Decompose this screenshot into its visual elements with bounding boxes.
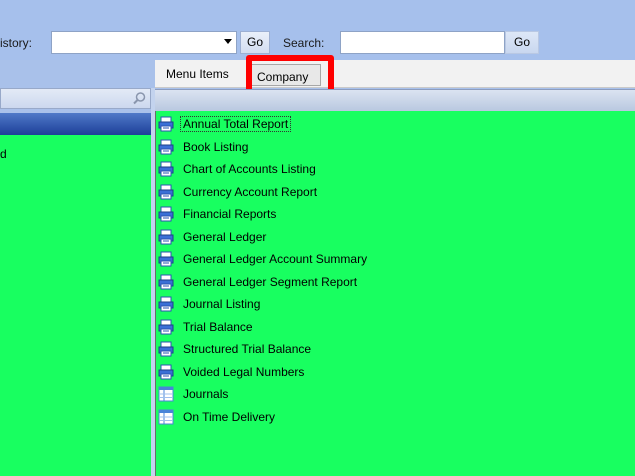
- menu-list-item-label: Book Listing: [183, 139, 249, 154]
- tab-menu-items[interactable]: Menu Items: [166, 67, 229, 81]
- left-panel-header: [0, 88, 151, 109]
- menu-list-item[interactable]: Trial Balance: [158, 318, 255, 336]
- printer-icon: [158, 229, 174, 245]
- printer-icon: [158, 206, 174, 222]
- menu-list-item-label: Financial Reports: [183, 207, 277, 221]
- history-go-button[interactable]: Go: [240, 31, 270, 54]
- menu-list-item[interactable]: General Ledger Segment Report: [158, 273, 359, 291]
- menu-list-item[interactable]: General Ledger: [158, 228, 268, 246]
- search-input[interactable]: [340, 31, 505, 54]
- menu-list-item[interactable]: Annual Total Report: [158, 115, 292, 133]
- left-tree-selected-item[interactable]: [0, 113, 151, 135]
- grid-icon: [158, 409, 174, 425]
- history-dropdown[interactable]: [51, 31, 237, 54]
- menu-list-item[interactable]: Chart of Accounts Listing: [158, 160, 318, 178]
- printer-icon: [158, 139, 174, 155]
- search-icon[interactable]: [132, 91, 147, 106]
- left-tree-item[interactable]: d: [0, 147, 7, 161]
- printer-icon: [158, 274, 174, 290]
- menu-list-item-label: Trial Balance: [183, 319, 253, 334]
- history-label: istory:: [0, 36, 33, 50]
- menu-list-item[interactable]: Currency Account Report: [158, 183, 319, 201]
- menu-list-item-label: Journal Listing: [183, 297, 261, 311]
- menu-list-item-label: On Time Delivery: [183, 409, 276, 424]
- tab-strip: Menu Items Company: [155, 60, 635, 88]
- search-label: Search:: [283, 36, 325, 50]
- printer-icon: [158, 251, 174, 267]
- grid-icon: [158, 386, 174, 402]
- chevron-down-icon[interactable]: [224, 39, 232, 44]
- printer-icon: [158, 364, 174, 380]
- menu-list-item[interactable]: Voided Legal Numbers: [158, 363, 306, 381]
- printer-icon: [158, 296, 174, 312]
- menu-list-item[interactable]: Structured Trial Balance: [158, 340, 313, 358]
- menu-list-item-label: Annual Total Report: [179, 116, 292, 132]
- menu-item-list: Annual Total Report Book Listing Chart of …: [155, 111, 635, 476]
- tab-company[interactable]: Company: [251, 64, 321, 86]
- menu-list-item[interactable]: Journal Listing: [158, 295, 262, 313]
- menu-list-item[interactable]: Financial Reports: [158, 205, 278, 223]
- printer-icon: [158, 161, 174, 177]
- printer-icon: [158, 184, 174, 200]
- search-go-button[interactable]: Go: [505, 31, 539, 54]
- menu-list-item-label: Journals: [183, 387, 229, 401]
- left-tree: d: [0, 135, 151, 476]
- printer-icon: [158, 319, 174, 335]
- printer-icon: [158, 116, 174, 132]
- menu-list-item-label: General Ledger Account Summary: [183, 252, 368, 266]
- top-toolbar: istory: Go Search: Go: [0, 0, 635, 60]
- menu-list-item-label: General Ledger: [183, 229, 267, 244]
- menu-list-item-label: Currency Account Report: [183, 184, 318, 199]
- menu-list-item[interactable]: Book Listing: [158, 138, 250, 156]
- menu-list-item[interactable]: On Time Delivery: [158, 408, 277, 426]
- menu-list-item-label: Chart of Accounts Listing: [183, 162, 316, 176]
- menu-list-item[interactable]: General Ledger Account Summary: [158, 250, 369, 268]
- menu-list-item[interactable]: Journals: [158, 385, 230, 403]
- menu-list-header: [155, 89, 635, 111]
- printer-icon: [158, 341, 174, 357]
- menu-list-item-label: General Ledger Segment Report: [183, 274, 358, 289]
- menu-list-item-label: Voided Legal Numbers: [183, 364, 305, 379]
- menu-list-item-label: Structured Trial Balance: [183, 342, 312, 356]
